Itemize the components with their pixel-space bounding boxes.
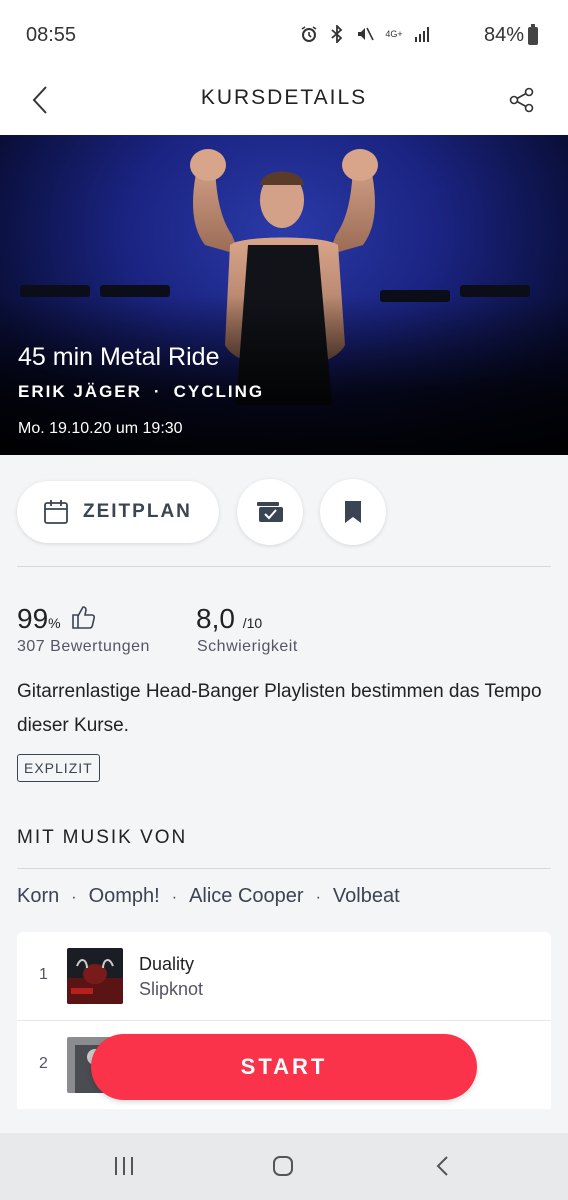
instructor-name: ERIK JÄGER: [18, 382, 142, 401]
course-details-screen: 08:55 4G+ 84% KURSDETAILS 45 min Metal R…: [0, 0, 568, 1200]
stack-check-icon: [257, 502, 283, 522]
status-icons: 4G+: [300, 24, 432, 44]
artist-name[interactable]: Oomph!: [89, 885, 160, 907]
page-title: KURSDETAILS: [200, 86, 368, 109]
divider: [17, 566, 551, 567]
class-meta: ERIK JÄGER · CYCLING: [18, 382, 264, 402]
artist-separator: ·: [171, 889, 178, 906]
track-artist: Slipknot: [139, 979, 204, 999]
battery-indicator: 84%: [483, 23, 538, 47]
home-icon: [273, 1156, 293, 1176]
recent-apps-icon: [115, 1157, 133, 1175]
artist-list: Korn · Oomph! · Alice Cooper · Volbeat: [17, 885, 400, 908]
track-row[interactable]: 1 Duality Slipknot: [17, 932, 551, 1020]
rating-value: 99%: [17, 603, 96, 635]
track-number: 1: [39, 966, 48, 983]
share-button[interactable]: [504, 82, 540, 118]
network-label: 4G+: [385, 29, 403, 39]
back-arrow-icon: [436, 1156, 448, 1176]
mute-icon: [356, 24, 374, 44]
bluetooth-icon: [328, 24, 346, 44]
rating-count: 307 Bewertungen: [17, 638, 150, 655]
artist-name[interactable]: Volbeat: [333, 885, 400, 907]
artist-name[interactable]: Alice Cooper: [189, 885, 304, 907]
class-category: CYCLING: [173, 382, 265, 401]
track-number: 2: [39, 1055, 48, 1072]
difficulty-label: Schwierigkeit: [197, 638, 298, 655]
schedule-label: ZEITPLAN: [83, 501, 192, 522]
difficulty-number: 8,0: [196, 603, 235, 634]
artist-separator: ·: [71, 889, 77, 906]
difficulty-unit: /10: [242, 615, 263, 631]
status-bar: 08:55 4G+ 84%: [0, 0, 568, 70]
meta-separator: ·: [153, 382, 162, 401]
schedule-button[interactable]: ZEITPLAN: [17, 481, 219, 543]
system-navigation-bar: [0, 1133, 568, 1200]
artist-separator: ·: [315, 889, 321, 906]
track-title: Duality: [139, 954, 195, 974]
class-datetime: Mo. 19.10.20 um 19:30: [18, 420, 183, 437]
bookmark-icon: [345, 501, 361, 523]
share-icon: [509, 87, 534, 113]
class-description: Gitarrenlastige Head-Banger Playlisten b…: [17, 681, 542, 736]
music-heading: MIT MUSIK VON: [17, 827, 188, 848]
alarm-icon: [300, 24, 318, 44]
artist-name[interactable]: Korn: [17, 885, 59, 907]
thumbs-up-icon: [72, 606, 96, 629]
system-back-button[interactable]: [422, 1151, 462, 1181]
divider: [17, 868, 551, 869]
class-title: 45 min Metal Ride: [18, 343, 220, 371]
start-button[interactable]: START: [91, 1034, 477, 1100]
battery-percent: 84%: [483, 24, 524, 46]
home-button[interactable]: [263, 1151, 303, 1181]
album-cover: [67, 948, 123, 1004]
add-to-stack-button[interactable]: [237, 479, 303, 545]
app-header: KURSDETAILS: [0, 70, 568, 135]
explicit-badge: EXPLIZIT: [17, 754, 100, 782]
battery-icon: [528, 23, 538, 45]
rating-unit: %: [48, 615, 61, 631]
recent-apps-button[interactable]: [104, 1151, 144, 1181]
difficulty-value: 8,0 /10: [196, 603, 262, 635]
rating-number: 99: [17, 603, 49, 634]
class-hero-image: 45 min Metal Ride ERIK JÄGER · CYCLING Mo.…: [0, 135, 568, 455]
calendar-icon: [44, 500, 68, 524]
status-time: 08:55: [26, 24, 77, 46]
signal-icon: [414, 24, 432, 44]
bookmark-button[interactable]: [320, 479, 386, 545]
